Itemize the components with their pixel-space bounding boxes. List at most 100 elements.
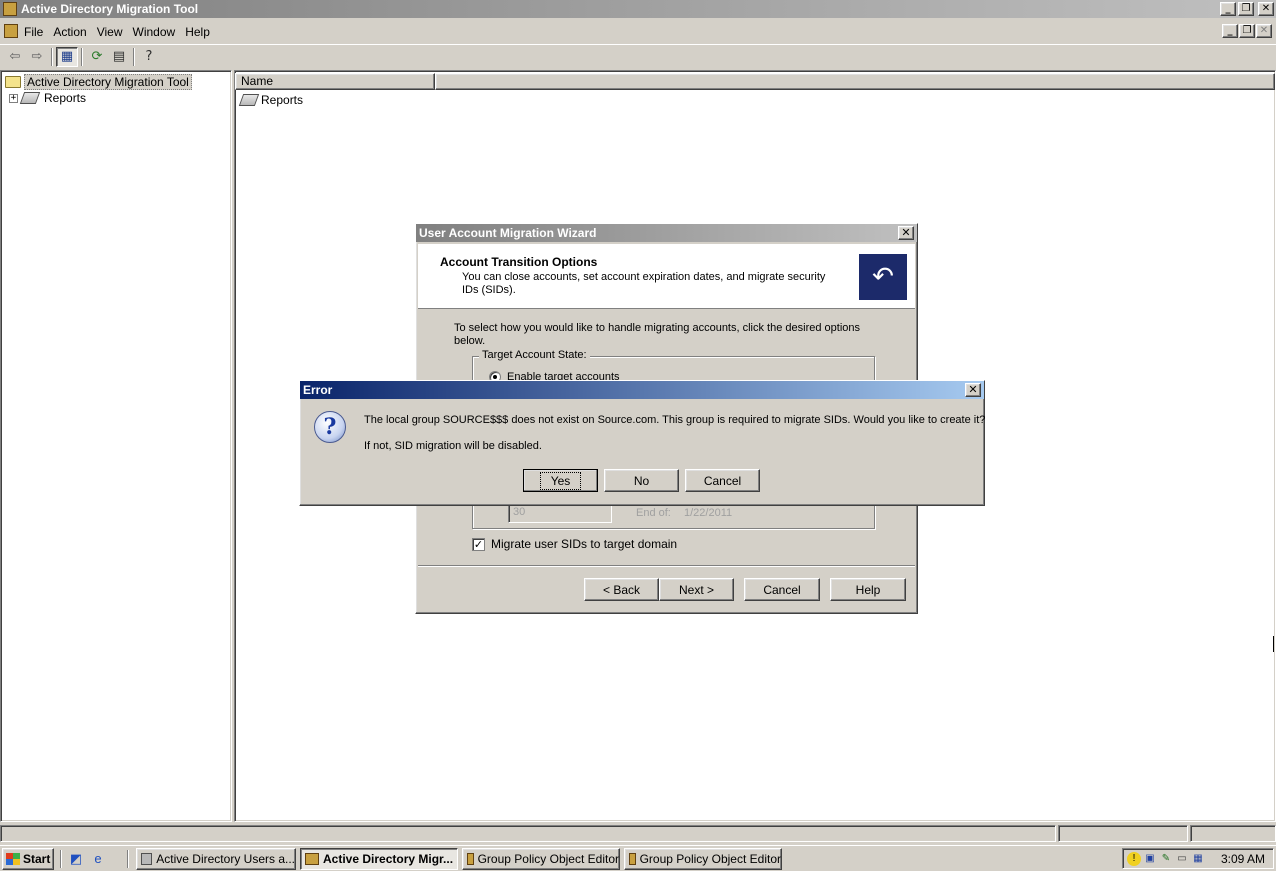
toolbar: ⇦ ⇨ ▦ ⟳ ▤ ? [0,44,1276,68]
reports-icon [238,94,260,106]
task-label: Active Directory Migr... [323,851,454,866]
ad-users-icon [141,852,153,865]
show-desktop-icon[interactable]: ◩ [65,848,87,870]
wizard-title: User Account Migration Wizard [419,226,597,240]
help-icon[interactable]: ? [138,47,160,67]
system-tray: ! ▣ ✎ ▭ ▦ 3:09 AM [1122,848,1274,869]
question-icon: ? [314,411,346,443]
wizard-header: Account Transition Options You can close… [418,244,915,309]
start-label: Start [23,851,51,866]
restore-button[interactable]: ❐ [1238,2,1254,16]
toolbar-separator [81,47,83,66]
task-ad-users[interactable]: Active Directory Users a... [136,847,296,870]
error-title: Error [303,383,333,397]
no-button[interactable]: No [604,469,679,492]
mmc-doc-icon[interactable] [4,24,18,38]
devices-icon[interactable]: ▭ [1175,852,1189,866]
windows-logo-icon [6,852,20,865]
start-button[interactable]: Start [2,847,54,870]
monitor-icon[interactable]: ▦ [1191,852,1205,866]
menu-help[interactable]: Help [185,25,210,39]
taskbar: Start ◩ e Active Directory Users a... Ac… [0,845,1276,871]
cursor-mark [1273,636,1274,652]
menu-file[interactable]: File [24,25,43,39]
status-segment-2 [1058,825,1188,842]
menu-action[interactable]: Action [53,25,86,39]
expand-icon[interactable]: + [9,93,18,103]
tree-root-item[interactable]: Active Directory Migration Tool [5,74,192,90]
error-message: The local group SOURCE$$$ does not exist… [364,414,986,426]
status-segment-main [0,825,1056,842]
tools-icon[interactable]: ✎ [1159,852,1173,866]
back-arrow-icon[interactable]: ⇦ [4,47,26,67]
toolbar-separator [133,47,135,66]
taskbar-separator [60,849,62,868]
checkbox[interactable]: ✓ [472,537,485,551]
column-header-name[interactable]: Name [235,73,435,90]
wizard-header-subtitle: You can close accounts, set account expi… [462,271,826,296]
doc-restore-button[interactable]: ❐ [1239,24,1255,38]
wizard-logo-icon: ↶ [859,254,907,300]
app-title: Active Directory Migration Tool [21,2,199,16]
list-item-label: Reports [261,93,304,107]
wizard-cancel-button[interactable]: Cancel [744,578,820,601]
refresh-icon[interactable]: ⟳ [86,47,108,67]
error-message-secondary: If not, SID migration will be disabled. [364,440,542,452]
error-close-button[interactable]: ✕ [965,383,981,397]
tree-root-label: Active Directory Migration Tool [24,74,192,90]
days-field[interactable]: 30 [508,503,612,523]
tree-item-label: Reports [44,91,87,105]
tree-item-reports[interactable]: + Reports [9,91,86,105]
network-icon[interactable]: ▣ [1143,852,1157,866]
list-item[interactable]: Reports [238,93,304,107]
migrate-sids-checkbox[interactable]: ✓ Migrate user SIDs to target domain [472,537,677,551]
task-label: Active Directory Users a... [156,851,295,866]
admt-icon [305,852,319,865]
tree-pane[interactable]: Active Directory Migration Tool + Report… [0,70,232,822]
wizard-intro-text: To select how you would like to handle m… [454,322,861,347]
end-of-label: End of: [636,507,671,519]
checkbox-label: Migrate user SIDs to target domain [491,537,678,551]
status-segment-3 [1190,825,1276,842]
folder-icon [5,76,21,88]
end-of-date: 1/22/2011 [684,507,733,519]
gpo-icon [467,852,474,865]
yes-button[interactable]: Yes [523,469,598,492]
column-header-empty [435,73,1275,90]
list-header: Name [235,73,1275,90]
wizard-help-button[interactable]: Help [830,578,906,601]
internet-explorer-icon[interactable]: e [87,848,109,870]
clock[interactable]: 3:09 AM [1221,852,1265,866]
task-ad-migration[interactable]: Active Directory Migr... [300,847,458,870]
app-icon [3,2,17,16]
next-button[interactable]: Next > [659,578,734,601]
task-gpo-editor-1[interactable]: Group Policy Object Editor [462,847,620,870]
wizard-close-button[interactable]: ✕ [898,226,914,240]
menu-view[interactable]: View [97,25,123,39]
export-list-icon[interactable]: ▤ [108,47,130,67]
close-button[interactable]: ✕ [1258,2,1274,16]
error-cancel-button[interactable]: Cancel [685,469,760,492]
forward-arrow-icon[interactable]: ⇨ [26,47,48,67]
taskbar-separator [127,849,129,868]
back-button[interactable]: < Back [584,578,659,601]
error-titlebar[interactable]: Error ✕ [300,381,984,399]
yes-label: Yes [539,471,582,490]
reports-icon [19,92,41,104]
task-gpo-editor-2[interactable]: Group Policy Object Editor [624,847,782,870]
minimize-button[interactable]: _ [1220,2,1236,16]
statusbar [0,825,1276,843]
error-dialog: Error ✕ ? The local group SOURCE$$$ does… [299,380,985,506]
task-label: Group Policy Object Editor [477,851,619,866]
gpo-icon [629,852,636,865]
wizard-header-title: Account Transition Options [440,255,598,269]
app-titlebar[interactable]: Active Directory Migration Tool _ ❐ ✕ [0,0,1276,18]
doc-minimize-button[interactable]: _ [1222,24,1238,38]
show-hide-tree-icon[interactable]: ▦ [56,46,78,67]
doc-close-button[interactable]: ✕ [1256,24,1272,38]
wizard-titlebar[interactable]: User Account Migration Wizard ✕ [416,224,917,242]
menu-window[interactable]: Window [133,25,176,39]
toolbar-separator [51,47,53,66]
security-shield-icon[interactable]: ! [1127,851,1141,866]
menubar: File Action View Window Help [0,21,1276,43]
